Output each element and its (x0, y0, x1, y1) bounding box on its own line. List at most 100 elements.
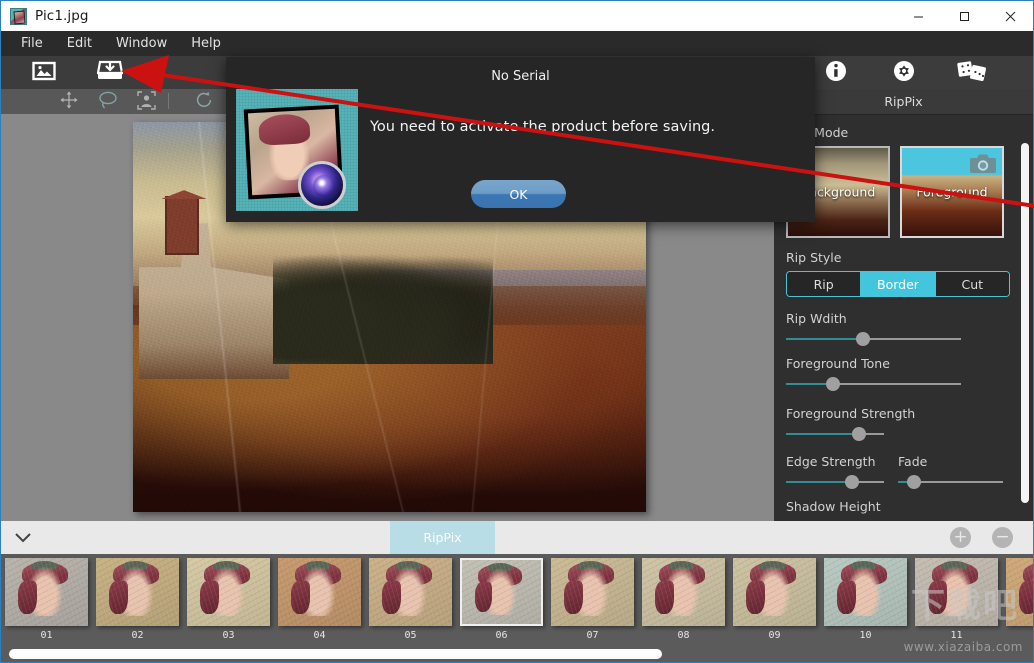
preset-thumbnail[interactable]: 05 (369, 558, 452, 641)
preset-thumbnail-number: 08 (642, 630, 725, 641)
fade-slider[interactable] (898, 474, 1003, 490)
preset-thumbnail-image[interactable] (733, 558, 816, 626)
preset-thumbnail[interactable]: 07 (551, 558, 634, 641)
open-image-button[interactable] (25, 59, 63, 86)
rotate-tool[interactable] (191, 92, 217, 112)
preset-thumbnail-number: 03 (187, 630, 270, 641)
preset-thumbnail-number: 07 (551, 630, 634, 641)
filmstrip-tab-rippix[interactable]: RipPix (390, 521, 495, 554)
menu-file[interactable]: File (9, 33, 55, 54)
foreground-tone-label: Foreground Tone (786, 356, 1011, 371)
panel-scrollbar[interactable] (1021, 143, 1029, 503)
add-preset-button[interactable]: + (950, 527, 971, 548)
foreground-tone-slider[interactable] (786, 376, 961, 392)
edge-strength-label: Edge Strength (786, 454, 884, 469)
move-tool[interactable] (56, 92, 82, 112)
edit-mode-label: Edit Mode (786, 125, 1011, 140)
collapse-filmstrip-button[interactable] (1, 528, 45, 547)
rip-style-rip[interactable]: Rip (787, 272, 860, 296)
preset-thumbnail-number: 02 (96, 630, 179, 641)
edge-strength-slider[interactable] (786, 474, 884, 490)
edit-mode-options: Background Foreground (786, 146, 1011, 238)
preset-thumbnail[interactable]: 04 (278, 558, 361, 641)
randomize-button[interactable] (960, 61, 984, 85)
lasso-icon (98, 91, 118, 113)
preset-thumbnail-number: 01 (5, 630, 88, 641)
app-logo-icon (236, 89, 358, 211)
preset-thumbnail[interactable]: 03 (187, 558, 270, 641)
move-arrows-icon (60, 91, 78, 113)
foreground-strength-slider[interactable] (786, 426, 884, 442)
preset-thumbnail[interactable]: 06 (460, 558, 543, 641)
toolbar-divider (168, 93, 169, 109)
shadow-height-label: Shadow Height (786, 499, 1011, 514)
foreground-strength-control: Foreground Strength (786, 406, 1011, 442)
rip-style-border[interactable]: Border (860, 272, 934, 296)
preset-thumbnail-image[interactable] (460, 558, 543, 626)
dice-icon (957, 60, 987, 86)
rip-style-label: Rip Style (786, 250, 1011, 265)
save-image-button[interactable] (91, 59, 129, 86)
remove-preset-button[interactable]: − (992, 527, 1013, 548)
close-button[interactable] (987, 1, 1033, 31)
info-button[interactable] (824, 61, 848, 85)
rip-style-segmented-control: Rip Border Cut (786, 271, 1010, 297)
preset-thumbnail[interactable]: 02 (96, 558, 179, 641)
preset-thumbnail-number: 10 (824, 630, 907, 641)
rip-width-label: Rip Wdith (786, 311, 1011, 326)
preset-thumbnail-image[interactable] (5, 558, 88, 626)
preset-thumbnail-image[interactable] (369, 558, 452, 626)
menu-edit[interactable]: Edit (55, 33, 104, 54)
preset-thumbnail-image[interactable] (96, 558, 179, 626)
settings-button[interactable] (892, 61, 916, 85)
preset-filmstrip[interactable]: 01020304050607080910111213 (1, 554, 1033, 646)
dialog-ok-button[interactable]: OK (471, 180, 566, 208)
preset-thumbnail[interactable]: 09 (733, 558, 816, 641)
dialog-title: No Serial (226, 69, 815, 84)
filmstrip-header: RipPix + − (1, 521, 1033, 554)
fade-control: Fade (898, 454, 1003, 490)
preset-thumbnail-number: 05 (369, 630, 452, 641)
preset-thumbnail-image[interactable] (187, 558, 270, 626)
app-photo-icon (10, 8, 27, 25)
window-controls (895, 1, 1033, 31)
foreground-tone-control: Foreground Tone (786, 356, 1011, 392)
application-window: Pic1.jpg File Edit Window Help (0, 0, 1034, 663)
preset-thumbnail-number: 09 (733, 630, 816, 641)
preset-thumbnail[interactable]: 12 (1006, 558, 1033, 641)
lasso-tool[interactable] (95, 92, 121, 112)
preset-thumbnail[interactable]: 08 (642, 558, 725, 641)
rip-width-slider[interactable] (786, 331, 961, 347)
face-crop-tool[interactable] (133, 92, 159, 112)
camera-icon (969, 153, 997, 178)
edge-strength-control: Edge Strength (786, 454, 884, 490)
rip-style-cut[interactable]: Cut (935, 272, 1009, 296)
chevron-down-icon (15, 528, 31, 547)
minimize-button[interactable] (895, 1, 941, 31)
preset-thumbnail-image[interactable] (551, 558, 634, 626)
rotate-icon (195, 91, 213, 113)
fade-label: Fade (898, 454, 1003, 469)
preset-thumbnail-image[interactable] (1006, 558, 1033, 626)
preset-thumbnail[interactable]: 01 (5, 558, 88, 641)
preset-thumbnail-number: 04 (278, 630, 361, 641)
dialog-message: You need to activate the product before … (370, 119, 715, 135)
preset-thumbnail-image[interactable] (824, 558, 907, 626)
menu-help[interactable]: Help (179, 33, 233, 54)
window-title: Pic1.jpg (35, 8, 89, 24)
preset-thumbnail-image[interactable] (278, 558, 361, 626)
menu-bar: File Edit Window Help (1, 31, 1033, 56)
foreground-strength-label: Foreground Strength (786, 406, 1011, 421)
preset-thumbnail[interactable]: 10 (824, 558, 907, 641)
save-tray-icon (97, 60, 123, 85)
preset-thumbnail-image[interactable] (915, 558, 998, 626)
filmstrip-scrollbar[interactable] (1, 646, 1033, 662)
preset-thumbnail-image[interactable] (642, 558, 725, 626)
edit-mode-foreground[interactable]: Foreground (900, 146, 1004, 238)
preset-thumbnail[interactable]: 11 (915, 558, 998, 641)
edit-mode-foreground-label: Foreground (902, 185, 1002, 200)
title-bar: Pic1.jpg (1, 1, 1033, 31)
menu-window[interactable]: Window (104, 33, 179, 54)
maximize-button[interactable] (941, 1, 987, 31)
filmstrip-scrollbar-thumb[interactable] (9, 649, 662, 659)
